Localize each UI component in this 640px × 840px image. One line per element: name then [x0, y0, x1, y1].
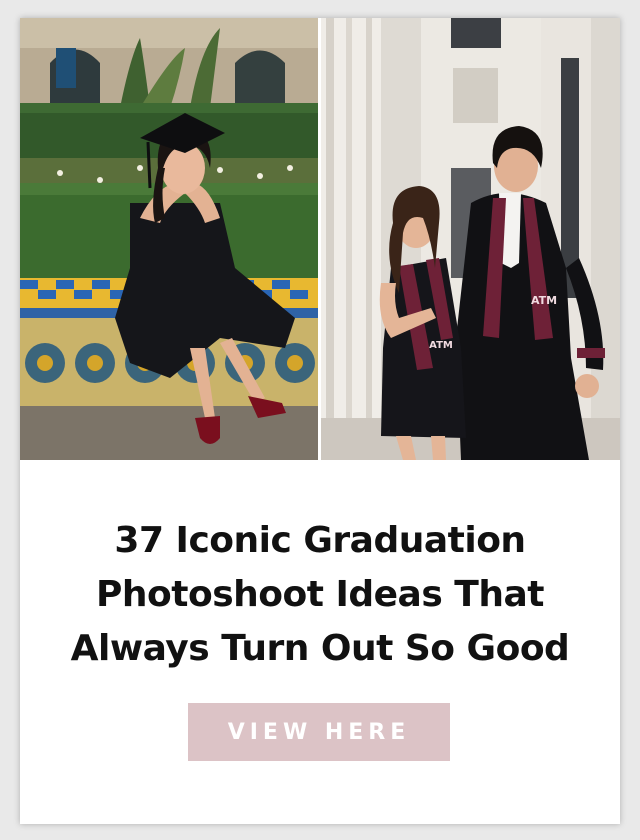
view-here-button[interactable]: VIEW HERE [188, 703, 450, 761]
title-line: 37 Iconic Graduation [114, 520, 526, 561]
article-title[interactable]: 37 Iconic Graduation Photoshoot Ideas Th… [20, 514, 620, 676]
svg-text:ATM: ATM [429, 340, 453, 351]
couple-graduation-photo[interactable]: ATM ATM [321, 18, 620, 460]
title-line: Always Turn Out So Good [70, 628, 570, 669]
article-card[interactable]: ATM ATM 37 Iconic Graduation Photoshoot … [20, 18, 620, 824]
title-line: Photoshoot Ideas That [96, 574, 544, 615]
graduate-seated-photo[interactable] [20, 18, 318, 460]
photo-collage: ATM ATM [20, 18, 620, 460]
svg-text:ATM: ATM [531, 294, 557, 307]
